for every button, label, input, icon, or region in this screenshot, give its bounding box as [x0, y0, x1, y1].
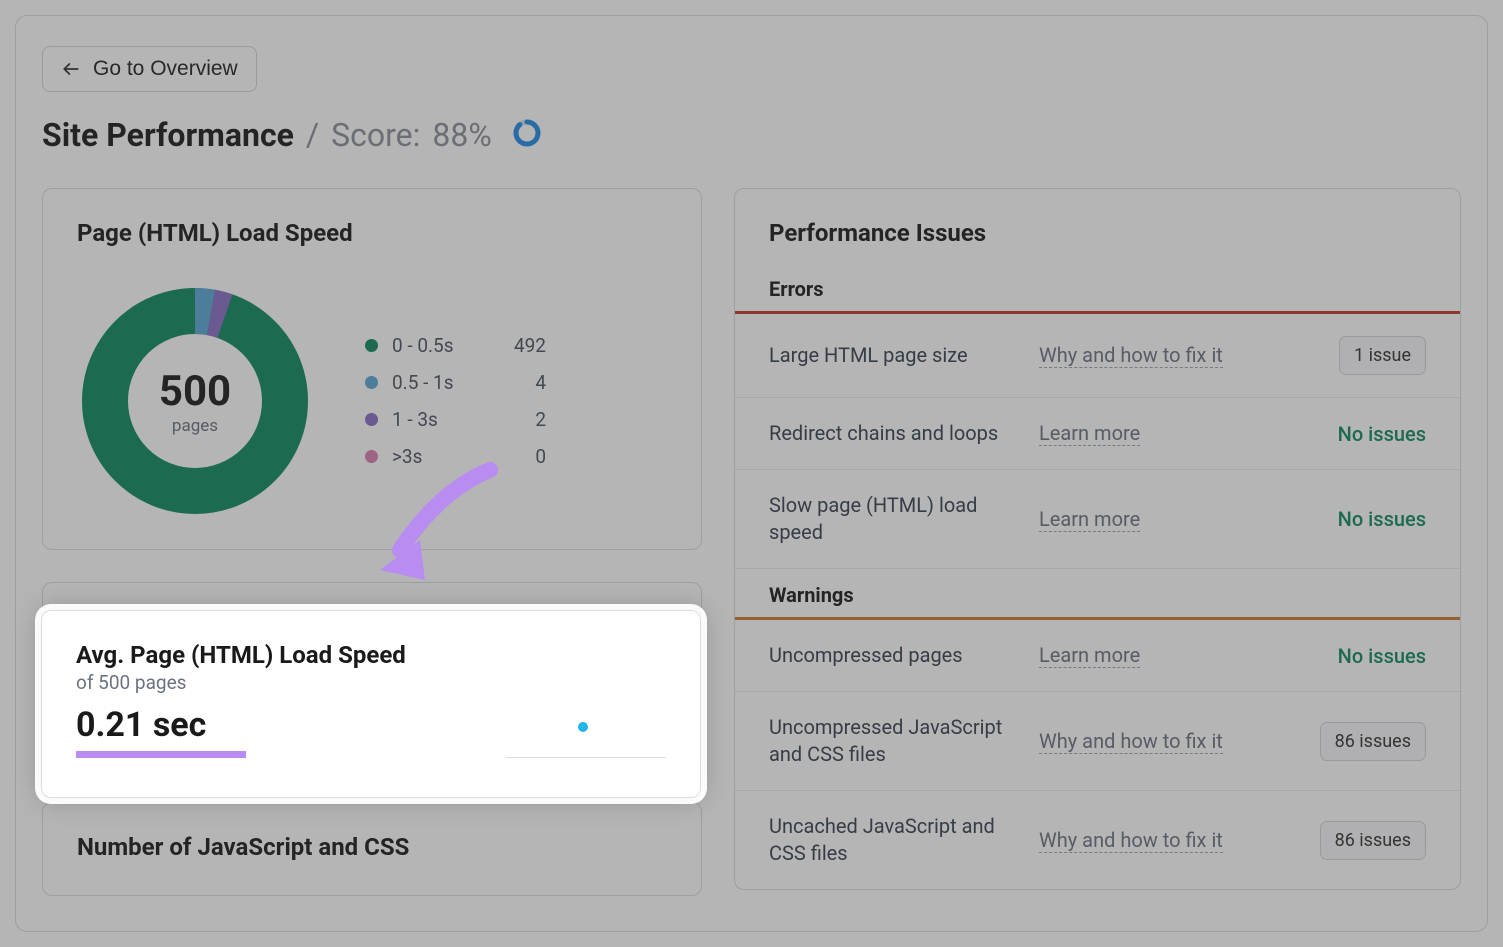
page-title: Site Performance: [42, 116, 294, 154]
errors-section-header: Errors: [735, 263, 1460, 311]
legend-item: 1 - 3s 2: [365, 408, 546, 431]
js-css-title: Number of JavaScript and CSS: [77, 833, 667, 861]
legend-dot-icon: [365, 413, 378, 426]
issue-name: Redirect chains and loops: [769, 420, 1039, 447]
issue-row: Uncached JavaScript and CSS files Why an…: [735, 791, 1460, 889]
title-separator: /: [306, 116, 319, 154]
issue-help-link[interactable]: Why and how to fix it: [1039, 828, 1223, 853]
legend-dot-icon: [365, 339, 378, 352]
avg-sparkline: [506, 720, 666, 758]
page-heading: Site Performance / Score: 88%: [42, 116, 1461, 154]
score-label: Score:: [331, 116, 420, 154]
js-css-count-card: Number of JavaScript and CSS: [42, 802, 702, 896]
warnings-section-header: Warnings: [735, 569, 1460, 617]
no-issues-label: No issues: [1338, 422, 1426, 446]
legend-item: 0.5 - 1s 4: [365, 371, 546, 394]
donut-total-label: pages: [172, 416, 218, 436]
issue-row: Uncompressed JavaScript and CSS files Wh…: [735, 692, 1460, 791]
legend-item: 0 - 0.5s 492: [365, 334, 546, 357]
arrow-left-icon: [61, 59, 81, 79]
back-to-overview-button[interactable]: Go to Overview: [42, 46, 257, 92]
no-issues-label: No issues: [1338, 507, 1426, 531]
issue-name: Uncached JavaScript and CSS files: [769, 813, 1039, 867]
avg-card-title: Avg. Page (HTML) Load Speed: [76, 641, 666, 669]
legend-dot-icon: [365, 376, 378, 389]
issue-count-badge[interactable]: 1 issue: [1339, 336, 1426, 375]
issue-help-link[interactable]: Why and how to fix it: [1039, 729, 1223, 754]
score-ring-icon: [512, 118, 542, 152]
load-speed-donut-chart: 500 pages: [77, 283, 313, 519]
load-speed-title: Page (HTML) Load Speed: [77, 219, 667, 247]
issue-help-link[interactable]: Why and how to fix it: [1039, 343, 1223, 368]
issue-row: Redirect chains and loops Learn more No …: [735, 398, 1460, 470]
legend-dot-icon: [365, 450, 378, 463]
issue-help-link[interactable]: Learn more: [1039, 507, 1140, 532]
issue-row: Slow page (HTML) load speed Learn more N…: [735, 470, 1460, 569]
avg-load-value: 0.21 sec: [76, 706, 246, 745]
load-speed-card: Page (HTML) Load Speed 500: [42, 188, 702, 550]
legend-item: >3s 0: [365, 445, 546, 468]
issue-row: Uncompressed pages Learn more No issues: [735, 620, 1460, 692]
issue-name: Large HTML page size: [769, 342, 1039, 369]
donut-total: 500: [159, 367, 231, 416]
sparkline-point-icon: [578, 722, 588, 732]
load-speed-legend: 0 - 0.5s 492 0.5 - 1s 4 1 - 3s: [365, 334, 546, 468]
issue-help-link[interactable]: Learn more: [1039, 421, 1140, 446]
issue-row: Large HTML page size Why and how to fix …: [735, 314, 1460, 398]
issue-name: Uncompressed pages: [769, 642, 1039, 669]
issue-name: Uncompressed JavaScript and CSS files: [769, 714, 1039, 768]
score-value: 88%: [432, 116, 491, 154]
back-button-label: Go to Overview: [93, 57, 238, 81]
highlight-underline: [76, 751, 246, 758]
no-issues-label: No issues: [1338, 644, 1426, 668]
avg-load-speed-card: Avg. Page (HTML) Load Speed of 500 pages…: [41, 610, 701, 798]
issue-count-badge[interactable]: 86 issues: [1320, 821, 1426, 860]
avg-card-subtitle: of 500 pages: [76, 671, 666, 694]
issue-count-badge[interactable]: 86 issues: [1320, 722, 1426, 761]
issue-help-link[interactable]: Learn more: [1039, 643, 1140, 668]
issue-name: Slow page (HTML) load speed: [769, 492, 1039, 546]
performance-issues-card: Performance Issues Errors Large HTML pag…: [734, 188, 1461, 890]
issues-card-title: Performance Issues: [735, 219, 1460, 259]
